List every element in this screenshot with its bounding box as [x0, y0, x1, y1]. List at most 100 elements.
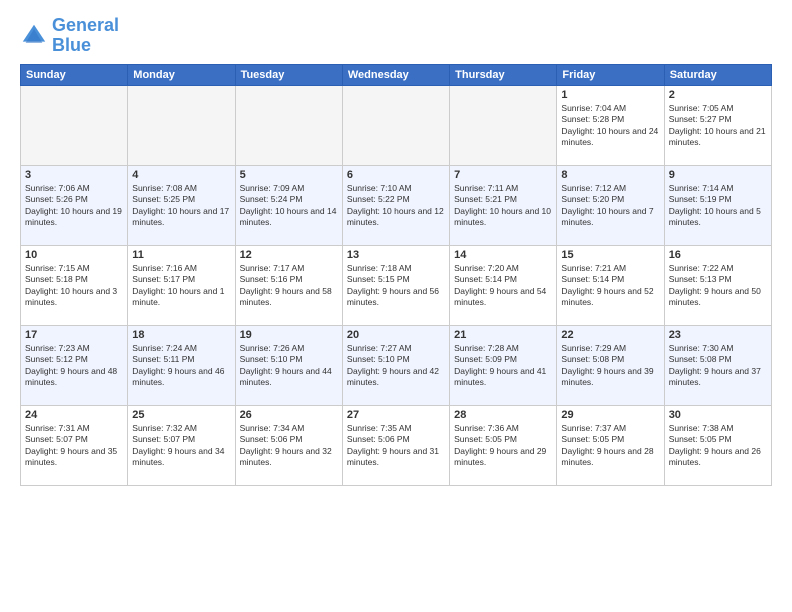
calendar-table: SundayMondayTuesdayWednesdayThursdayFrid… [20, 64, 772, 486]
calendar-cell: 4Sunrise: 7:08 AMSunset: 5:25 PMDaylight… [128, 165, 235, 245]
calendar-cell: 21 Sunrise: 7:28 AMSunset: 5:09 PMDayligh… [450, 325, 557, 405]
calendar-cell: 14 Sunrise: 7:20 AMSunset: 5:14 PMDayligh… [450, 245, 557, 325]
calendar-cell: 2 Sunrise: 7:05 AMSunset: 5:27 PMDaylight… [664, 85, 771, 165]
calendar-cell: 10 Sunrise: 7:15 AMSunset: 5:18 PMDayligh… [21, 245, 128, 325]
col-header-friday: Friday [557, 64, 664, 85]
day-number: 11 [132, 249, 230, 261]
calendar-week-1: 1 Sunrise: 7:04 AMSunset: 5:28 PMDaylight… [21, 85, 772, 165]
day-info: Sunrise: 7:29 AMSunset: 5:08 PMDaylight:… [561, 343, 659, 389]
day-info: Sunrise: 7:23 AMSunset: 5:12 PMDaylight:… [25, 343, 123, 389]
calendar-cell: 13 Sunrise: 7:18 AMSunset: 5:15 PMDayligh… [342, 245, 449, 325]
day-info: Sunrise: 7:28 AMSunset: 5:09 PMDaylight:… [454, 343, 552, 389]
calendar-cell: 5 Sunrise: 7:09 AMSunset: 5:24 PMDaylight… [235, 165, 342, 245]
day-number: 22 [561, 329, 659, 341]
col-header-saturday: Saturday [664, 64, 771, 85]
calendar-cell: 1 Sunrise: 7:04 AMSunset: 5:28 PMDaylight… [557, 85, 664, 165]
day-info: Sunrise: 7:11 AMSunset: 5:21 PMDaylight:… [454, 183, 552, 229]
day-info: Sunrise: 7:10 AMSunset: 5:22 PMDaylight:… [347, 183, 445, 229]
calendar-cell: 3 Sunrise: 7:06 AMSunset: 5:26 PMDaylight… [21, 165, 128, 245]
calendar-cell: 8 Sunrise: 7:12 AMSunset: 5:20 PMDaylight… [557, 165, 664, 245]
day-info: Sunrise: 7:27 AMSunset: 5:10 PMDaylight:… [347, 343, 445, 389]
day-info: Sunrise: 7:35 AMSunset: 5:06 PMDaylight:… [347, 423, 445, 469]
page: General Blue SundayMondayTuesdayWednesda… [0, 0, 792, 612]
day-number: 3 [25, 169, 123, 181]
day-info: Sunrise: 7:12 AMSunset: 5:20 PMDaylight:… [561, 183, 659, 229]
day-number: 5 [240, 169, 338, 181]
day-number: 29 [561, 409, 659, 421]
logo-text: General Blue [52, 16, 119, 56]
col-header-tuesday: Tuesday [235, 64, 342, 85]
day-info: Sunrise: 7:14 AMSunset: 5:19 PMDaylight:… [669, 183, 767, 229]
day-info: Sunrise: 7:20 AMSunset: 5:14 PMDaylight:… [454, 263, 552, 309]
day-info: Sunrise: 7:32 AMSunset: 5:07 PMDaylight:… [132, 423, 230, 469]
day-number: 10 [25, 249, 123, 261]
calendar-cell: 30Sunrise: 7:38 AMSunset: 5:05 PMDayligh… [664, 405, 771, 485]
calendar-cell: 29 Sunrise: 7:37 AMSunset: 5:05 PMDayligh… [557, 405, 664, 485]
day-info: Sunrise: 7:22 AMSunset: 5:13 PMDaylight:… [669, 263, 767, 309]
calendar-cell: 25 Sunrise: 7:32 AMSunset: 5:07 PMDayligh… [128, 405, 235, 485]
day-info: Sunrise: 7:09 AMSunset: 5:24 PMDaylight:… [240, 183, 338, 229]
day-number: 12 [240, 249, 338, 261]
day-number: 16 [669, 249, 767, 261]
calendar-cell: 22 Sunrise: 7:29 AMSunset: 5:08 PMDayligh… [557, 325, 664, 405]
calendar-cell: 20 Sunrise: 7:27 AMSunset: 5:10 PMDayligh… [342, 325, 449, 405]
calendar-week-2: 3 Sunrise: 7:06 AMSunset: 5:26 PMDaylight… [21, 165, 772, 245]
day-info: Sunrise: 7:30 AMSunset: 5:08 PMDaylight:… [669, 343, 767, 389]
calendar-cell: 12 Sunrise: 7:17 AMSunset: 5:16 PMDayligh… [235, 245, 342, 325]
day-number: 19 [240, 329, 338, 341]
col-header-wednesday: Wednesday [342, 64, 449, 85]
day-info: Sunrise: 7:08 AMSunset: 5:25 PMDaylight:… [132, 183, 230, 229]
day-info: Sunrise: 7:15 AMSunset: 5:18 PMDaylight:… [25, 263, 123, 309]
calendar-cell: 11Sunrise: 7:16 AMSunset: 5:17 PMDayligh… [128, 245, 235, 325]
calendar-cell: 27 Sunrise: 7:35 AMSunset: 5:06 PMDayligh… [342, 405, 449, 485]
day-number: 13 [347, 249, 445, 261]
day-number: 25 [132, 409, 230, 421]
calendar-cell [450, 85, 557, 165]
day-info: Sunrise: 7:04 AMSunset: 5:28 PMDaylight:… [561, 103, 659, 149]
calendar-cell: 6 Sunrise: 7:10 AMSunset: 5:22 PMDaylight… [342, 165, 449, 245]
calendar-cell: 15 Sunrise: 7:21 AMSunset: 5:14 PMDayligh… [557, 245, 664, 325]
day-number: 27 [347, 409, 445, 421]
day-info: Sunrise: 7:34 AMSunset: 5:06 PMDaylight:… [240, 423, 338, 469]
day-number: 2 [669, 89, 767, 101]
day-number: 30 [669, 409, 767, 421]
calendar-cell: 16 Sunrise: 7:22 AMSunset: 5:13 PMDayligh… [664, 245, 771, 325]
calendar-week-5: 24Sunrise: 7:31 AMSunset: 5:07 PMDayligh… [21, 405, 772, 485]
calendar-cell [21, 85, 128, 165]
day-info: Sunrise: 7:06 AMSunset: 5:26 PMDaylight:… [25, 183, 123, 229]
col-header-monday: Monday [128, 64, 235, 85]
logo-icon [20, 22, 48, 50]
calendar-cell: 17 Sunrise: 7:23 AMSunset: 5:12 PMDayligh… [21, 325, 128, 405]
calendar-cell: 9 Sunrise: 7:14 AMSunset: 5:19 PMDaylight… [664, 165, 771, 245]
day-number: 17 [25, 329, 123, 341]
calendar-cell: 26Sunrise: 7:34 AMSunset: 5:06 PMDayligh… [235, 405, 342, 485]
day-info: Sunrise: 7:17 AMSunset: 5:16 PMDaylight:… [240, 263, 338, 309]
day-number: 14 [454, 249, 552, 261]
col-header-sunday: Sunday [21, 64, 128, 85]
day-info: Sunrise: 7:05 AMSunset: 5:27 PMDaylight:… [669, 103, 767, 149]
calendar-cell: 23Sunrise: 7:30 AMSunset: 5:08 PMDayligh… [664, 325, 771, 405]
calendar-cell: 7Sunrise: 7:11 AMSunset: 5:21 PMDaylight… [450, 165, 557, 245]
day-number: 9 [669, 169, 767, 181]
day-info: Sunrise: 7:21 AMSunset: 5:14 PMDaylight:… [561, 263, 659, 309]
calendar-header-row: SundayMondayTuesdayWednesdayThursdayFrid… [21, 64, 772, 85]
day-number: 28 [454, 409, 552, 421]
calendar-cell: 28 Sunrise: 7:36 AMSunset: 5:05 PMDayligh… [450, 405, 557, 485]
day-number: 1 [561, 89, 659, 101]
calendar-cell: 19Sunrise: 7:26 AMSunset: 5:10 PMDayligh… [235, 325, 342, 405]
day-number: 21 [454, 329, 552, 341]
day-number: 15 [561, 249, 659, 261]
day-number: 20 [347, 329, 445, 341]
calendar-week-3: 10 Sunrise: 7:15 AMSunset: 5:18 PMDayligh… [21, 245, 772, 325]
calendar-cell: 18Sunrise: 7:24 AMSunset: 5:11 PMDayligh… [128, 325, 235, 405]
day-info: Sunrise: 7:18 AMSunset: 5:15 PMDaylight:… [347, 263, 445, 309]
day-info: Sunrise: 7:24 AMSunset: 5:11 PMDaylight:… [132, 343, 230, 389]
day-number: 6 [347, 169, 445, 181]
col-header-thursday: Thursday [450, 64, 557, 85]
calendar-cell [342, 85, 449, 165]
day-number: 24 [25, 409, 123, 421]
day-info: Sunrise: 7:36 AMSunset: 5:05 PMDaylight:… [454, 423, 552, 469]
day-info: Sunrise: 7:37 AMSunset: 5:05 PMDaylight:… [561, 423, 659, 469]
day-number: 8 [561, 169, 659, 181]
calendar-week-4: 17 Sunrise: 7:23 AMSunset: 5:12 PMDayligh… [21, 325, 772, 405]
